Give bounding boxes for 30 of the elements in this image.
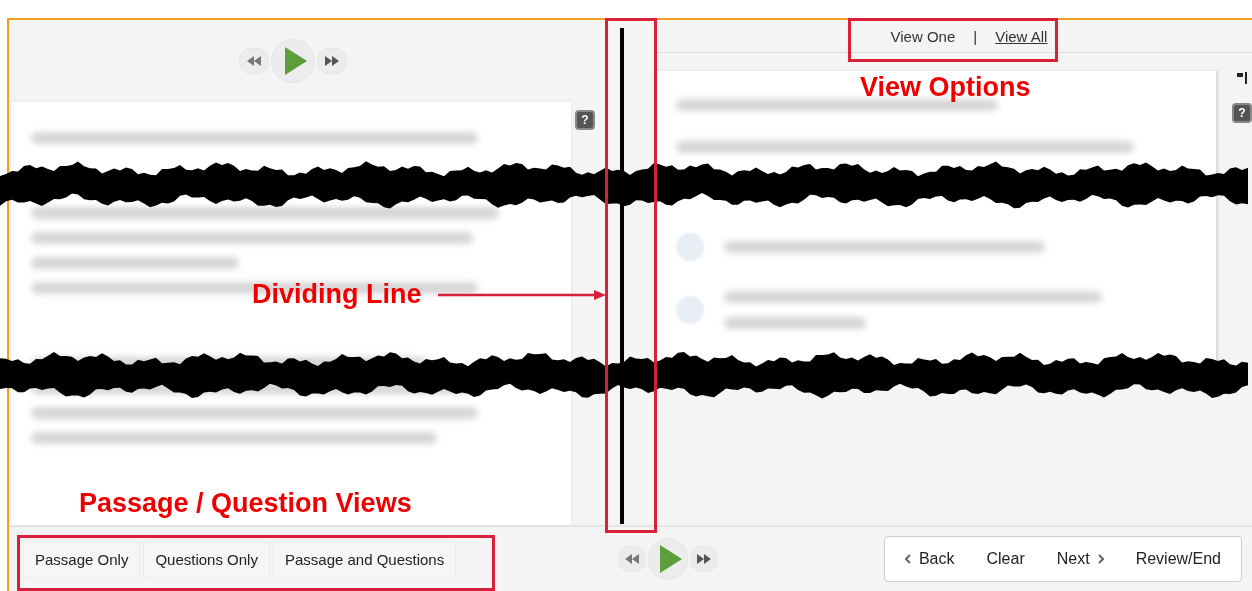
play-button[interactable] [270, 39, 315, 83]
fast-forward-button[interactable] [316, 48, 347, 74]
rewind-button[interactable] [238, 48, 269, 74]
view-option-link[interactable]: View All [995, 27, 1048, 45]
fast-forward-icon[interactable] [696, 554, 711, 564]
play-icon[interactable] [282, 47, 307, 75]
next-button[interactable]: Next [1042, 541, 1118, 577]
back-button[interactable]: Back [890, 541, 969, 577]
view-button[interactable]: Passage and Questions [272, 540, 457, 578]
rewind-button[interactable] [618, 546, 647, 572]
annotation-label: Dividing Line [252, 279, 422, 310]
rewind-icon[interactable] [246, 56, 261, 66]
view-button[interactable]: Passage Only [23, 540, 141, 578]
play-button[interactable] [648, 538, 688, 580]
nav-button[interactable]: Review/End [1121, 541, 1235, 577]
play-icon[interactable] [658, 545, 682, 573]
help-icon[interactable]: ? [575, 110, 595, 130]
flag-icon[interactable] [1236, 71, 1248, 85]
chevron-icon [1097, 554, 1104, 564]
annotation-label: View Options [860, 72, 1031, 103]
view-option-link[interactable]: View One [890, 27, 956, 45]
rewind-icon[interactable] [625, 554, 640, 564]
fast-forward-button[interactable] [689, 546, 718, 572]
fast-forward-icon[interactable] [324, 56, 339, 66]
help-icon[interactable]: ? [1232, 103, 1252, 123]
chevron-icon [904, 554, 911, 564]
separator: | [973, 27, 978, 45]
nav-button[interactable]: Clear [972, 541, 1039, 577]
annotation-label: Passage / Question Views [79, 488, 412, 519]
view-button[interactable]: Questions Only [143, 540, 270, 578]
